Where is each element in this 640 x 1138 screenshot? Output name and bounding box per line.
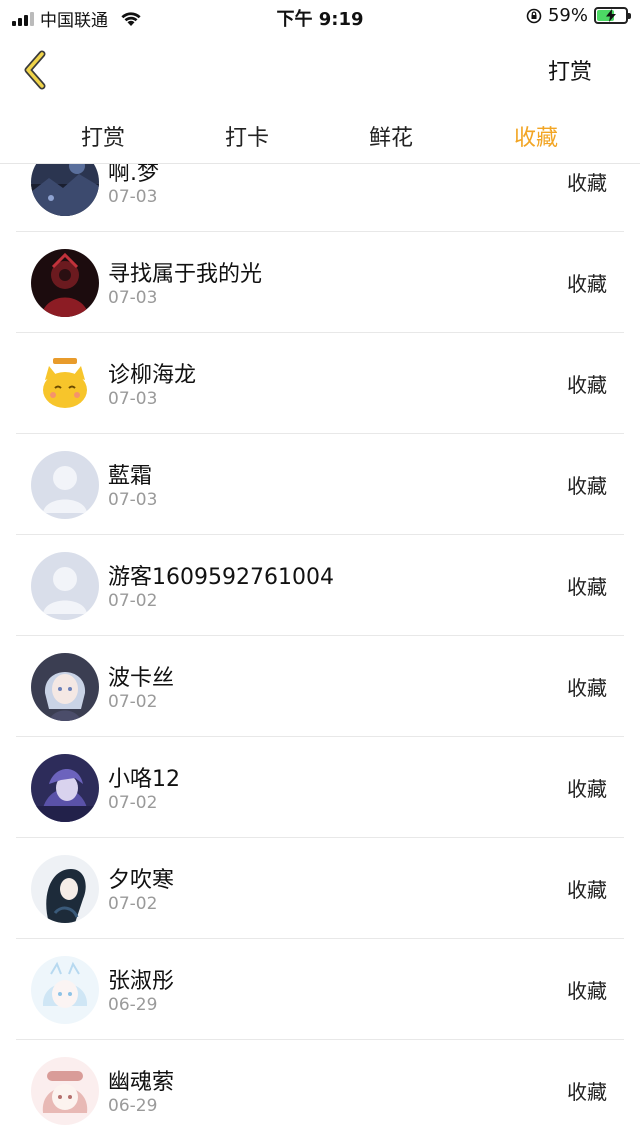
battery-percent: 59% <box>547 5 588 26</box>
list-item[interactable]: 啊.梦 07-03 收藏 <box>16 164 624 232</box>
action-type-label: 收藏 <box>567 272 607 296</box>
anime-pastel-pink-image <box>31 1057 99 1125</box>
avatar[interactable] <box>31 754 99 822</box>
user-name: 夕吹寒 <box>108 868 175 893</box>
avatar[interactable] <box>31 956 99 1024</box>
user-name: 波卡丝 <box>108 666 175 691</box>
entry-date: 06-29 <box>108 1096 158 1116</box>
list-item[interactable]: 夕吹寒 07-02 收藏 <box>16 838 624 939</box>
anime-pastel-blue-image <box>31 956 99 1024</box>
action-type-label: 收藏 <box>567 979 607 1003</box>
tab-flowers[interactable]: 鲜花 <box>369 120 413 152</box>
anime-silver-hair-image <box>31 653 99 721</box>
default-person-image <box>31 552 99 620</box>
entry-date: 07-02 <box>108 692 158 712</box>
user-name: 小咯12 <box>108 767 180 792</box>
user-name: 游客1609592761004 <box>108 565 334 590</box>
avatar[interactable] <box>31 855 99 923</box>
tab-reward[interactable]: 打赏 <box>81 120 125 152</box>
navigation-bar: 打赏 <box>0 34 640 106</box>
action-type-label: 收藏 <box>567 373 607 397</box>
action-type-label: 收藏 <box>567 676 607 700</box>
status-right: 59% <box>526 5 631 26</box>
tab-checkin[interactable]: 打卡 <box>225 120 269 152</box>
action-type-label: 收藏 <box>567 777 607 801</box>
action-type-label: 收藏 <box>567 171 607 195</box>
avatar[interactable] <box>31 451 99 519</box>
default-person-image <box>31 451 99 519</box>
favorites-list[interactable]: 啊.梦 07-03 收藏 寻找属于我的光 07-03 收藏 诊柳海龙 07-03 收藏 藍霜 07-… <box>16 164 624 1138</box>
action-type-label: 收藏 <box>567 1080 607 1104</box>
list-item[interactable]: 诊柳海龙 07-03 收藏 <box>16 333 624 434</box>
entry-date: 07-02 <box>108 793 158 813</box>
entry-date: 07-03 <box>108 187 158 207</box>
tab-bar: 打赏 打卡 鲜花 收藏 <box>0 106 640 164</box>
user-name: 张淑彤 <box>108 969 175 994</box>
user-name: 诊柳海龙 <box>108 363 197 388</box>
list-item[interactable]: 游客1609592761004 07-02 收藏 <box>16 535 624 636</box>
list-item[interactable]: 藍霜 07-03 收藏 <box>16 434 624 535</box>
reward-button[interactable]: 打赏 <box>548 54 592 86</box>
tab-favorites[interactable]: 收藏 <box>514 120 558 152</box>
action-type-label: 收藏 <box>567 878 607 902</box>
action-type-label: 收藏 <box>567 575 607 599</box>
dark-red-figure-image <box>31 249 99 317</box>
avatar[interactable] <box>31 1057 99 1125</box>
avatar[interactable] <box>31 653 99 721</box>
entry-date: 07-03 <box>108 288 158 308</box>
avatar[interactable] <box>31 350 99 418</box>
status-bar: 中国联通 下午 9:19 59% <box>0 0 640 34</box>
user-name: 藍霜 <box>108 464 153 489</box>
anime-dark-hair-image <box>31 855 99 923</box>
anime-purple-image <box>31 754 99 822</box>
entry-date: 06-29 <box>108 995 158 1015</box>
yellow-cartoon-cat-image <box>31 350 99 418</box>
list-item[interactable]: 张淑彤 06-29 收藏 <box>16 939 624 1040</box>
entry-date: 07-02 <box>108 894 158 914</box>
action-type-label: 收藏 <box>567 474 607 498</box>
list-item[interactable]: 幽魂萦 06-29 收藏 <box>16 1040 624 1138</box>
list-content: 啊.梦 07-03 收藏 寻找属于我的光 07-03 收藏 诊柳海龙 07-03 收藏 藍霜 07-… <box>16 164 624 1138</box>
avatar[interactable] <box>31 552 99 620</box>
user-name: 寻找属于我的光 <box>108 262 263 287</box>
entry-date: 07-03 <box>108 389 158 409</box>
user-name: 幽魂萦 <box>108 1070 175 1095</box>
entry-date: 07-02 <box>108 591 158 611</box>
back-button[interactable] <box>18 48 58 92</box>
list-item[interactable]: 波卡丝 07-02 收藏 <box>16 636 624 737</box>
battery-icon <box>594 7 631 24</box>
list-item[interactable]: 寻找属于我的光 07-03 收藏 <box>16 232 624 333</box>
list-item[interactable]: 小咯12 07-02 收藏 <box>16 737 624 838</box>
charging-bolt-icon <box>606 9 616 22</box>
user-name: 啊.梦 <box>108 164 159 186</box>
dark-night-scene-image <box>31 164 99 216</box>
avatar[interactable] <box>31 249 99 317</box>
entry-date: 07-03 <box>108 490 158 510</box>
chevron-left-icon <box>24 50 46 90</box>
rotation-lock-icon <box>526 8 542 23</box>
avatar[interactable] <box>31 164 99 216</box>
